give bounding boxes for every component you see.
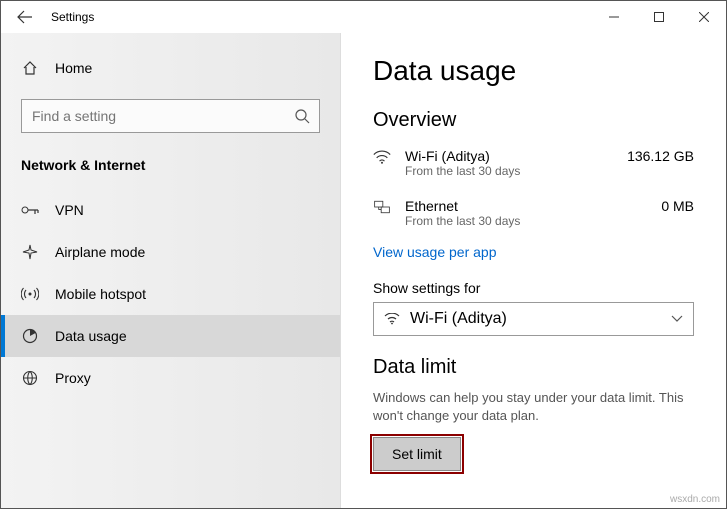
sidebar-item-data-usage[interactable]: Data usage <box>1 315 340 357</box>
back-button[interactable] <box>9 1 41 33</box>
data-limit-heading: Data limit <box>373 356 694 379</box>
sidebar-item-hotspot[interactable]: Mobile hotspot <box>1 273 340 315</box>
selected-network-label: Wi-Fi (Aditya) <box>410 310 507 328</box>
sidebar-item-label: Airplane mode <box>55 244 145 260</box>
network-sub: From the last 30 days <box>405 164 613 178</box>
window-titlebar: Settings <box>1 1 726 33</box>
network-select[interactable]: Wi-Fi (Aditya) <box>373 302 694 336</box>
back-arrow-icon <box>17 9 33 25</box>
maximize-icon <box>654 12 664 22</box>
airplane-icon <box>21 243 39 261</box>
sidebar-item-label: Proxy <box>55 370 91 386</box>
home-nav-item[interactable]: Home <box>1 51 340 85</box>
show-settings-label: Show settings for <box>373 280 694 296</box>
overview-heading: Overview <box>373 109 694 132</box>
sidebar-item-label: Mobile hotspot <box>55 286 146 302</box>
maximize-button[interactable] <box>636 1 681 33</box>
main-content: Data usage Overview Wi-Fi (Aditya) From … <box>341 33 726 508</box>
wifi-icon <box>373 148 391 166</box>
wifi-icon <box>384 313 400 325</box>
chevron-down-icon <box>671 315 683 323</box>
hotspot-icon <box>21 285 39 303</box>
network-usage-value: 0 MB <box>661 198 694 214</box>
search-icon <box>294 108 310 124</box>
vpn-icon <box>21 201 39 219</box>
close-button[interactable] <box>681 1 726 33</box>
minimize-icon <box>609 12 619 22</box>
sidebar-item-proxy[interactable]: Proxy <box>1 357 340 399</box>
sidebar-section-header: Network & Internet <box>1 151 340 189</box>
data-usage-icon <box>21 327 39 345</box>
home-label: Home <box>55 60 92 76</box>
network-name: Wi-Fi (Aditya) <box>405 148 613 164</box>
overview-row-ethernet: Ethernet From the last 30 days 0 MB <box>373 192 694 242</box>
sidebar-item-vpn[interactable]: VPN <box>1 189 340 231</box>
watermark: wsxdn.com <box>670 494 720 505</box>
sidebar-item-airplane[interactable]: Airplane mode <box>1 231 340 273</box>
view-usage-link[interactable]: View usage per app <box>373 244 497 260</box>
ethernet-icon <box>373 198 391 216</box>
proxy-icon <box>21 369 39 387</box>
overview-row-wifi: Wi-Fi (Aditya) From the last 30 days 136… <box>373 142 694 192</box>
network-name: Ethernet <box>405 198 647 214</box>
set-limit-button[interactable]: Set limit <box>373 437 461 471</box>
network-sub: From the last 30 days <box>405 214 647 228</box>
app-title: Settings <box>51 10 94 24</box>
close-icon <box>699 12 709 22</box>
home-icon <box>21 59 39 77</box>
sidebar-item-label: VPN <box>55 202 84 218</box>
network-usage-value: 136.12 GB <box>627 148 694 164</box>
data-limit-description: Windows can help you stay under your dat… <box>373 389 694 425</box>
page-title: Data usage <box>373 55 694 87</box>
minimize-button[interactable] <box>591 1 636 33</box>
window-controls <box>591 1 726 33</box>
sidebar: Home Network & Internet VPN Airplane mod… <box>1 33 341 508</box>
sidebar-item-label: Data usage <box>55 328 127 344</box>
search-input[interactable] <box>21 99 320 133</box>
